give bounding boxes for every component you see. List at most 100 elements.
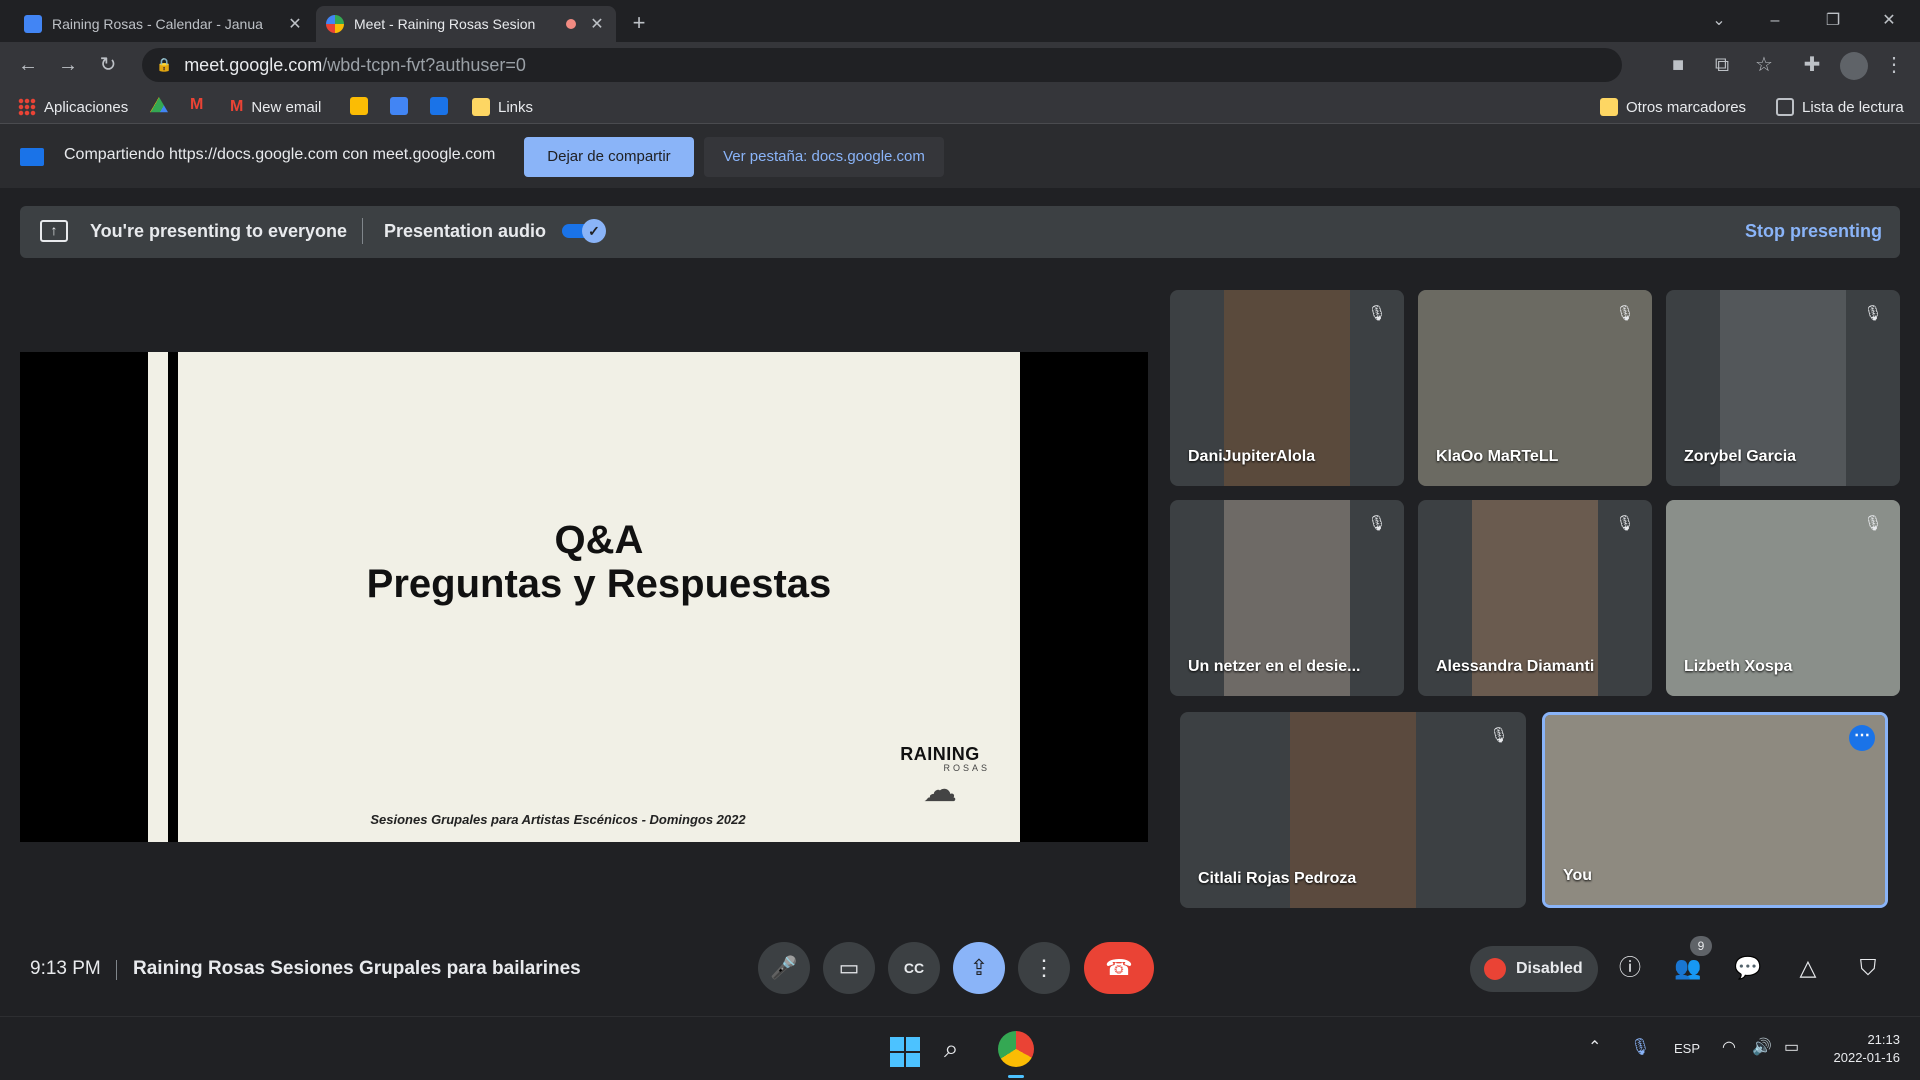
more-vert-icon: ⋮ <box>1033 955 1055 980</box>
bookmark-label: New email <box>251 98 322 116</box>
logo-line1: RAINING <box>900 744 980 764</box>
windows-start-icon[interactable] <box>890 1037 920 1067</box>
present-icon: ↑ <box>40 220 68 242</box>
participant-name: DaniJupiterAlola <box>1188 448 1316 465</box>
bookmark-star-icon[interactable]: ☆ <box>1748 50 1780 80</box>
leave-call-button[interactable]: ☎ <box>1084 942 1154 994</box>
chat-icon[interactable]: 💬 <box>1728 948 1768 988</box>
more-options-icon[interactable]: ⋯ <box>1849 725 1875 751</box>
more-options-button[interactable]: ⋮ <box>1018 942 1070 994</box>
checkmark-icon: ✓ <box>582 219 606 243</box>
sharing-text: Compartiendo https://docs.google.com con… <box>64 146 496 163</box>
lock-icon: 🔒 <box>156 57 173 72</box>
host-controls-pill[interactable]: Disabled <box>1470 946 1598 992</box>
slide-title-line1: Q&A <box>554 518 644 562</box>
participant-tile[interactable]: 🎙 DaniJupiterAlola <box>1170 290 1404 486</box>
mic-off-icon: 🎙 <box>1367 515 1387 532</box>
meet-main: ↑ You're presenting to everyone Presenta… <box>0 188 1920 1080</box>
participant-name: Citlali Rojas Pedroza <box>1198 870 1357 887</box>
disabled-label: Disabled <box>1516 960 1583 977</box>
activities-icon[interactable]: △ <box>1788 948 1828 988</box>
participant-tile[interactable]: 🎙 KlaOo MaRTeLL <box>1418 290 1652 486</box>
close-tab-icon[interactable]: ✕ <box>588 14 606 34</box>
bookmark-new-email[interactable]: M New email <box>230 96 321 118</box>
volume-icon[interactable]: 🔊 <box>1752 1037 1772 1057</box>
participant-tile[interactable]: 🎙 Alessandra Diamanti <box>1418 500 1652 696</box>
close-window-icon[interactable]: ✕ <box>1866 6 1912 36</box>
address-bar[interactable]: 🔒 meet.google.com/wbd-tcpn-fvt?authuser=… <box>142 48 1622 82</box>
presentation-audio-toggle[interactable]: ✓ <box>562 219 606 243</box>
restore-icon[interactable]: ❐ <box>1810 6 1856 36</box>
reading-list-icon <box>1776 98 1794 116</box>
calendar-icon[interactable] <box>390 97 408 115</box>
close-tab-icon[interactable]: ✕ <box>286 14 304 34</box>
drive-icon[interactable] <box>150 97 168 113</box>
participant-tile[interactable]: 🎙 Un netzer en el desie... <box>1170 500 1404 696</box>
wifi-icon[interactable]: ◠ <box>1722 1037 1736 1057</box>
self-view-tile[interactable]: ⋯ You <box>1542 712 1888 908</box>
microphone-icon: 🎤 <box>770 955 798 980</box>
screen-share-icon <box>20 148 44 166</box>
tab-search-icon[interactable]: ⌄ <box>1696 6 1742 36</box>
mic-off-icon: 🎙 <box>1615 305 1635 322</box>
reload-icon[interactable]: ↻ <box>92 50 124 80</box>
host-controls-icon[interactable]: ⛉ <box>1848 948 1888 988</box>
presenting-text: You're presenting to everyone <box>90 221 348 241</box>
bookmark-links[interactable]: Links <box>472 96 533 118</box>
reading-list[interactable]: Lista de lectura <box>1776 96 1904 118</box>
stop-presenting-button[interactable]: Stop presenting <box>1745 221 1882 242</box>
meeting-time: 9:13 PM <box>30 958 101 979</box>
slide-footer: Sesiones Grupales para Artistas Escénico… <box>370 812 746 827</box>
minimize-icon[interactable]: – <box>1752 6 1798 36</box>
new-tab-button[interactable]: + <box>624 8 654 38</box>
bookmark-apps[interactable]: Aplicaciones <box>18 96 128 118</box>
camera-indicator-icon[interactable]: ■ <box>1662 50 1694 80</box>
mic-off-icon: 🎙 <box>1863 515 1883 532</box>
back-icon[interactable]: ← <box>12 50 44 80</box>
bookmark-other[interactable]: Otros marcadores <box>1600 96 1746 118</box>
view-tab-button[interactable]: Ver pestaña: docs.google.com <box>704 137 944 177</box>
slide-title-line2: Preguntas y Respuestas <box>366 562 832 606</box>
participant-tile[interactable]: 🎙 Citlali Rojas Pedroza <box>1180 712 1526 908</box>
hang-up-icon: ☎ <box>1105 955 1133 980</box>
camera-icon: ▭ <box>838 955 860 980</box>
participant-video <box>1545 715 1885 905</box>
menu-icon[interactable]: ⋮ <box>1878 50 1910 80</box>
browser-toolbar: ← → ↻ 🔒 meet.google.com/wbd-tcpn-fvt?aut… <box>0 42 1920 88</box>
raining-rosas-logo: RAINING ROSAS ☁ <box>890 744 990 807</box>
participant-tile[interactable]: 🎙 Lizbeth Xospa <box>1666 500 1900 696</box>
forward-icon[interactable]: → <box>52 50 84 80</box>
share-icon[interactable]: ⧉ <box>1706 50 1738 80</box>
clock-date: 2022-01-16 <box>1833 1050 1901 1065</box>
slide-stripe <box>148 352 182 842</box>
chrome-taskbar-icon[interactable] <box>998 1031 1034 1067</box>
keep-icon[interactable] <box>350 97 368 115</box>
language-indicator[interactable]: ESP <box>1674 1041 1700 1056</box>
tab-title: Meet - Raining Rosas Sesion <box>354 16 536 32</box>
folder-icon <box>1600 98 1618 116</box>
search-icon[interactable]: ⌕ <box>944 1033 959 1065</box>
microphone-button[interactable]: 🎤 <box>758 942 810 994</box>
recording-dot-icon <box>566 19 576 29</box>
mic-in-use-icon[interactable]: 🎙 <box>1630 1037 1650 1057</box>
captions-button[interactable]: CC <box>888 942 940 994</box>
tab-calendar[interactable]: Raining Rosas - Calendar - Janua ✕ <box>14 6 314 42</box>
clock[interactable]: 21:13 2022-01-16 <box>1816 1031 1901 1067</box>
present-button[interactable]: ⇪ <box>953 942 1005 994</box>
mic-off-icon: 🎙 <box>1489 727 1509 744</box>
presentation-audio-label: Presentation audio <box>384 221 547 241</box>
participant-name: Zorybel Garcia <box>1684 448 1797 465</box>
extensions-icon[interactable]: ✚ <box>1796 50 1828 80</box>
tab-strip: Raining Rosas - Calendar - Janua ✕ Meet … <box>0 0 1920 42</box>
tab-meet[interactable]: Meet - Raining Rosas Sesion ✕ <box>316 6 616 42</box>
stop-sharing-button[interactable]: Dejar de compartir <box>524 137 694 177</box>
translate-icon[interactable] <box>430 97 448 115</box>
folder-icon <box>472 98 490 116</box>
participant-tile[interactable]: 🎙 Zorybel Garcia <box>1666 290 1900 486</box>
profile-avatar[interactable] <box>1840 52 1868 80</box>
gmail-icon[interactable]: M <box>190 96 203 114</box>
battery-icon[interactable]: ▭ <box>1784 1037 1799 1057</box>
tray-chevron-icon[interactable]: ⌃ <box>1588 1037 1601 1057</box>
meeting-details-icon[interactable]: ⓘ <box>1610 948 1650 988</box>
camera-button[interactable]: ▭ <box>823 942 875 994</box>
